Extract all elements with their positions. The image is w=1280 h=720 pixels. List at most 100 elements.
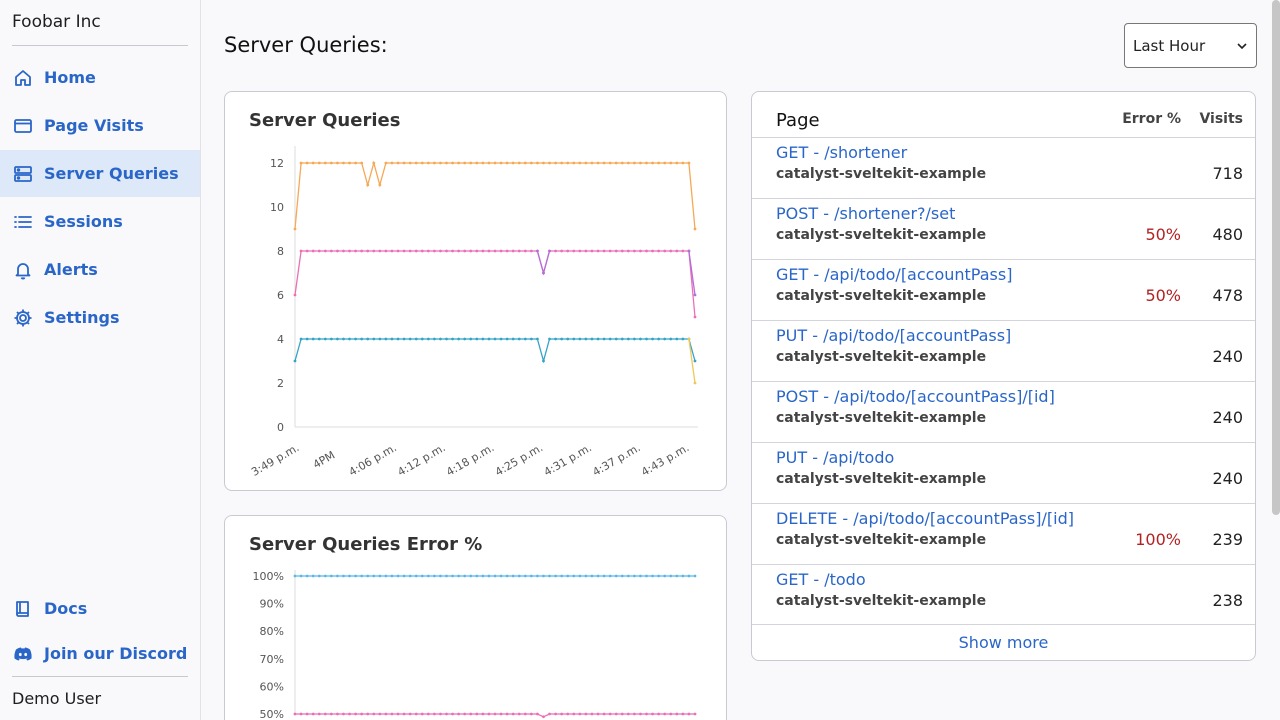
data-point: [426, 574, 430, 578]
data-point: [614, 337, 618, 341]
time-range-select[interactable]: Last Hour: [1124, 23, 1257, 68]
data-point: [293, 227, 297, 231]
page-link[interactable]: POST - /api/todo/[accountPass]/[id]: [776, 387, 1055, 406]
page-link[interactable]: POST - /shortener?/set: [776, 204, 955, 223]
data-point: [439, 574, 442, 578]
x-tick-label: 4PM: [311, 449, 338, 472]
data-point: [645, 337, 648, 341]
data-point: [372, 712, 376, 716]
data-point: [396, 337, 400, 341]
sidebar-item-alerts[interactable]: Alerts: [0, 246, 200, 293]
sidebar-item-settings[interactable]: Settings: [0, 294, 200, 341]
sidebar-item-page-visits[interactable]: Page Visits: [0, 102, 200, 149]
data-point: [693, 381, 697, 385]
data-point: [529, 712, 533, 716]
data-point: [481, 249, 485, 253]
data-point: [523, 161, 527, 165]
table-row: GET - /api/todo/[accountPass] catalyst-s…: [752, 259, 1255, 320]
data-point: [548, 161, 551, 165]
data-point: [572, 337, 576, 341]
data-point: [657, 712, 661, 716]
data-point: [323, 249, 327, 253]
data-point: [481, 337, 485, 341]
data-point: [360, 574, 364, 578]
data-point: [669, 712, 673, 716]
data-point: [426, 337, 430, 341]
data-point: [481, 161, 485, 165]
data-point: [451, 337, 454, 341]
data-point: [608, 337, 612, 341]
data-point: [681, 574, 685, 578]
data-point: [475, 161, 479, 165]
show-more-button[interactable]: Show more: [752, 624, 1255, 660]
data-point: [536, 574, 539, 578]
data-point: [348, 712, 351, 716]
x-tick-label: 4:31 p.m.: [542, 441, 594, 479]
server-queries-error-card: Server Queries Error % 50% 60% 70% 80% 90% 10…: [224, 515, 727, 720]
data-point: [475, 574, 479, 578]
data-point: [584, 337, 588, 341]
data-point: [596, 712, 600, 716]
x-tick-label: 4:12 p.m.: [395, 441, 447, 479]
data-point: [402, 161, 406, 165]
data-point: [681, 161, 685, 165]
data-point: [481, 712, 485, 716]
data-point: [311, 249, 315, 253]
data-point: [372, 337, 376, 341]
sidebar-item-sessions[interactable]: Sessions: [0, 198, 200, 245]
sidebar-item-home[interactable]: Home: [0, 54, 200, 101]
page-link[interactable]: GET - /api/todo/[accountPass]: [776, 265, 1012, 284]
current-user[interactable]: Demo User: [12, 689, 101, 708]
page-scrollbar[interactable]: [1272, 0, 1280, 515]
data-point: [560, 249, 564, 253]
sidebar-item-server-queries[interactable]: Server Queries: [0, 150, 200, 197]
data-point: [669, 161, 673, 165]
data-point: [620, 574, 624, 578]
data-point: [457, 337, 461, 341]
data-point: [542, 359, 545, 363]
data-point: [548, 337, 551, 341]
server-queries-card: Server Queries 0 2 4 6 8 10 12 3:49 p.m. 4PM 4:06…: [224, 91, 727, 491]
data-point: [566, 249, 570, 253]
page-link[interactable]: DELETE - /api/todo/[accountPass]/[id]: [776, 509, 1074, 528]
data-point: [469, 574, 473, 578]
data-point: [402, 249, 406, 253]
data-point: [566, 574, 570, 578]
page-link[interactable]: GET - /todo: [776, 570, 866, 589]
project-name: catalyst-sveltekit-example: [776, 166, 987, 182]
data-point: [408, 712, 412, 716]
docs-link[interactable]: Docs: [0, 585, 200, 632]
data-point: [505, 712, 509, 716]
data-point: [432, 249, 436, 253]
data-point: [632, 249, 636, 253]
data-point: [396, 574, 400, 578]
data-point: [305, 249, 309, 253]
gear-icon: [13, 308, 33, 328]
column-header-page: Page: [776, 110, 820, 131]
discord-link[interactable]: Join our Discord: [0, 630, 200, 677]
data-point: [317, 574, 321, 578]
page-link[interactable]: PUT - /api/todo: [776, 448, 894, 467]
data-point: [342, 574, 345, 578]
data-point: [469, 249, 473, 253]
data-point: [663, 337, 667, 341]
data-point: [372, 249, 376, 253]
data-point: [390, 337, 394, 341]
data-point: [626, 161, 630, 165]
data-point: [693, 227, 697, 231]
data-point: [517, 337, 521, 341]
visit-count: 718: [1212, 164, 1243, 183]
page-link[interactable]: GET - /shortener: [776, 143, 907, 162]
data-point: [323, 337, 327, 341]
data-point: [639, 337, 642, 341]
error-percent: 100%: [1135, 530, 1181, 549]
project-name: catalyst-sveltekit-example: [776, 349, 987, 365]
page-link[interactable]: PUT - /api/todo/[accountPass]: [776, 326, 1011, 345]
data-point: [578, 574, 582, 578]
data-point: [657, 249, 661, 253]
data-point: [420, 337, 424, 341]
data-point: [687, 574, 691, 578]
y-tick-label: 12: [270, 157, 284, 170]
data-point: [614, 161, 618, 165]
data-point: [329, 712, 333, 716]
